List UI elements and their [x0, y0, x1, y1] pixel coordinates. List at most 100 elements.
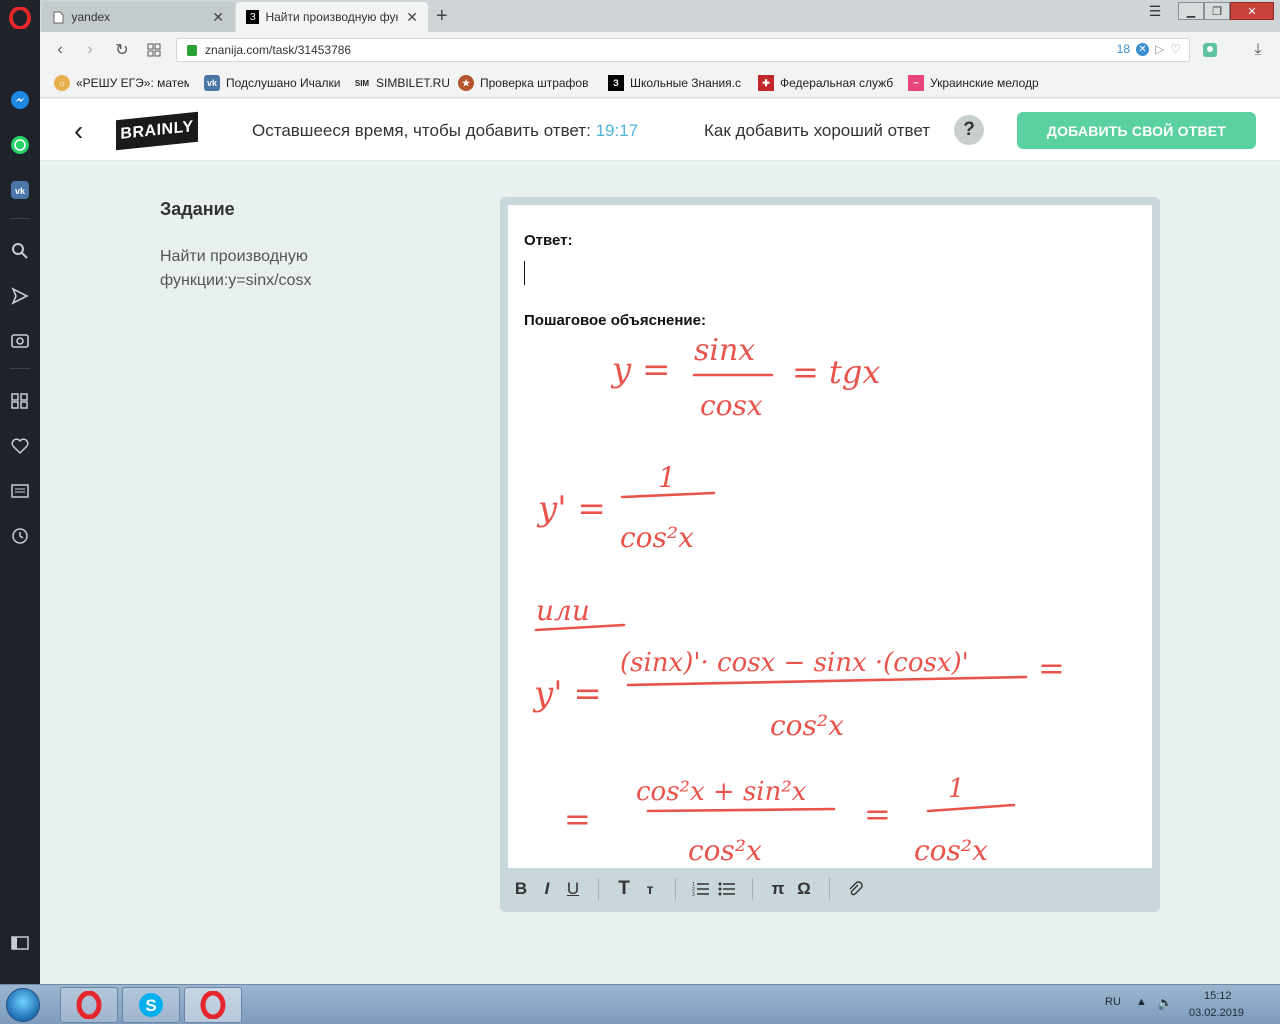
tab-menu-icon[interactable]: ☰: [1142, 2, 1168, 20]
reload-icon[interactable]: ↻: [112, 40, 132, 60]
vpn-icon[interactable]: [1200, 40, 1220, 60]
underline-button[interactable]: U: [560, 878, 586, 900]
numbered-list-icon[interactable]: 123: [688, 878, 714, 900]
hw-text: cos²x + sin²x: [636, 777, 807, 807]
brainly-logo[interactable]: BRAINLY: [116, 111, 198, 151]
adblock-count: 18: [1116, 42, 1130, 56]
timer-value: 19:17: [595, 121, 639, 140]
search-icon[interactable]: [8, 239, 32, 263]
language-indicator[interactable]: RU: [1105, 996, 1121, 1008]
ivi-icon: ~: [908, 75, 924, 91]
text-caret: [524, 261, 525, 285]
clock-time[interactable]: 15:12: [1204, 990, 1232, 1002]
hw-text: cos²x: [620, 521, 694, 554]
hw-text: (sinx)'· cosx − sinx ·(cosx)': [620, 648, 969, 678]
url-field[interactable]: znanija.com/task/31453786 18 ✕ ▷ ♡: [176, 38, 1190, 62]
bookmark-simbilet[interactable]: SIM SIMBILET.RU: [354, 75, 449, 91]
close-tab-icon[interactable]: ✕: [212, 9, 224, 26]
heart-icon[interactable]: [8, 434, 32, 458]
handwritten-line-4: = cos²x + sin²x cos²x = 1 cos²x: [564, 774, 1016, 867]
answer-label: Ответ:: [524, 232, 573, 249]
svg-text:S: S: [145, 996, 156, 1015]
timer-text: Оставшееся время, чтобы добавить ответ: …: [252, 121, 638, 141]
send-page-icon[interactable]: ▷: [1155, 42, 1164, 56]
text-large-button[interactable]: T: [611, 878, 637, 900]
volume-icon[interactable]: 🔈: [1157, 995, 1173, 1011]
pi-button[interactable]: π: [765, 878, 791, 900]
opera-sidebar: vk: [0, 0, 40, 984]
history-icon[interactable]: [8, 524, 32, 548]
omega-button[interactable]: Ω: [791, 878, 817, 900]
hw-text: =: [864, 795, 891, 833]
handwritten-line-2: y' = 1 cos²x: [536, 461, 716, 554]
tabs-grid-icon[interactable]: [144, 40, 164, 60]
taskbar-skype[interactable]: S: [122, 987, 180, 1023]
sim-icon: SIM: [354, 78, 370, 88]
bookmark-ivi[interactable]: ~ Украинские мелодр: [908, 75, 1043, 91]
sidebar-toggle-icon[interactable]: [8, 931, 32, 955]
forward-icon[interactable]: ›: [80, 40, 100, 60]
tab-title: Найти производную фун: [265, 10, 399, 24]
lock-icon: [187, 44, 197, 56]
bookmark-label: SIMBILET.RU: [376, 76, 449, 90]
url-text: znanija.com/task/31453786: [205, 43, 352, 57]
back-icon[interactable]: ‹: [50, 40, 70, 60]
adblock-icon[interactable]: ✕: [1136, 42, 1149, 56]
bold-button[interactable]: B: [508, 878, 534, 900]
tab-znanija[interactable]: З Найти производную фун ✕: [236, 2, 428, 32]
text-small-button[interactable]: т: [637, 878, 663, 900]
opera-logo-icon[interactable]: [8, 6, 32, 30]
znanija-icon: З: [608, 75, 624, 91]
start-button[interactable]: [6, 988, 40, 1022]
bookmarks-bar: ☼ «РЕШУ ЕГЭ»: матема vk Подслушано Ичалк…: [40, 68, 1280, 98]
close-tab-icon[interactable]: ✕: [406, 9, 418, 26]
hw-text: cos²x: [770, 709, 844, 742]
news-icon[interactable]: [8, 479, 32, 503]
bullet-list-icon[interactable]: [714, 878, 740, 900]
bookmark-label: Проверка штрафов: [480, 76, 589, 90]
download-icon[interactable]: ⤓: [1248, 40, 1268, 60]
close-window-button[interactable]: ✕: [1230, 2, 1274, 20]
bookmark-label: Федеральная служб: [780, 76, 893, 90]
taskbar-opera-2[interactable]: [184, 987, 242, 1023]
back-arrow-icon[interactable]: ‹: [74, 115, 83, 147]
help-icon[interactable]: ?: [954, 115, 984, 145]
bookmark-reshu-ege[interactable]: ☼ «РЕШУ ЕГЭ»: матема: [54, 75, 189, 91]
tab-strip: yandex ✕ З Найти производную фун ✕ + ☰ ▁…: [40, 0, 1280, 32]
maximize-button[interactable]: ❐: [1204, 2, 1230, 20]
hw-text: cos²x: [688, 834, 762, 867]
bookmark-podslushano[interactable]: vk Подслушано Ичалки: [204, 75, 344, 91]
task-title: Задание: [160, 199, 235, 219]
hw-text: = tgx: [792, 353, 880, 391]
windows-taskbar: S RU ▲ 🔈 15:12 03.02.2019: [0, 984, 1280, 1024]
minimize-button[interactable]: ▁: [1178, 2, 1204, 20]
bookmark-znanija[interactable]: З Школьные Знания.c: [608, 75, 743, 91]
bookmark-heart-icon[interactable]: ♡: [1170, 42, 1181, 56]
clock-date[interactable]: 03.02.2019: [1189, 1007, 1244, 1019]
document-icon: [52, 10, 65, 24]
hw-text: sinx: [694, 333, 755, 368]
attachment-icon[interactable]: [842, 878, 868, 900]
speed-dial-icon[interactable]: [8, 389, 32, 413]
bookmark-fns[interactable]: ✚ Федеральная служб: [758, 75, 893, 91]
italic-button[interactable]: I: [534, 878, 560, 900]
new-tab-button[interactable]: +: [436, 5, 448, 28]
camera-icon[interactable]: [8, 328, 32, 352]
send-icon[interactable]: [8, 284, 32, 308]
handwritten-solution-image: y = sinx cosx = tgx y' = 1 cos²x или y' …: [532, 333, 1065, 867]
tab-yandex[interactable]: yandex ✕: [42, 2, 234, 32]
add-answer-button[interactable]: ДОБАВИТЬ СВОЙ ОТВЕТ: [1017, 112, 1256, 149]
hw-text: или: [536, 594, 590, 627]
messenger-icon[interactable]: [8, 88, 32, 112]
bookmark-shtrafy[interactable]: ★ Проверка штрафов: [458, 75, 593, 91]
whatsapp-icon[interactable]: [8, 133, 32, 157]
handwritten-line-1: y = sinx cosx = tgx: [610, 333, 880, 422]
tray-expand-icon[interactable]: ▲: [1136, 996, 1147, 1008]
hw-text: y =: [610, 350, 671, 390]
timer-label: Оставшееся время, чтобы добавить ответ:: [252, 121, 591, 140]
how-to-answer-link[interactable]: Как добавить хороший ответ: [704, 121, 930, 141]
hw-text: y' =: [536, 489, 606, 529]
taskbar-opera-1[interactable]: [60, 987, 118, 1023]
vk-icon[interactable]: vk: [8, 178, 32, 202]
editor-content[interactable]: Ответ: Пошаговое объяснение: y = sinx co…: [508, 205, 1152, 868]
